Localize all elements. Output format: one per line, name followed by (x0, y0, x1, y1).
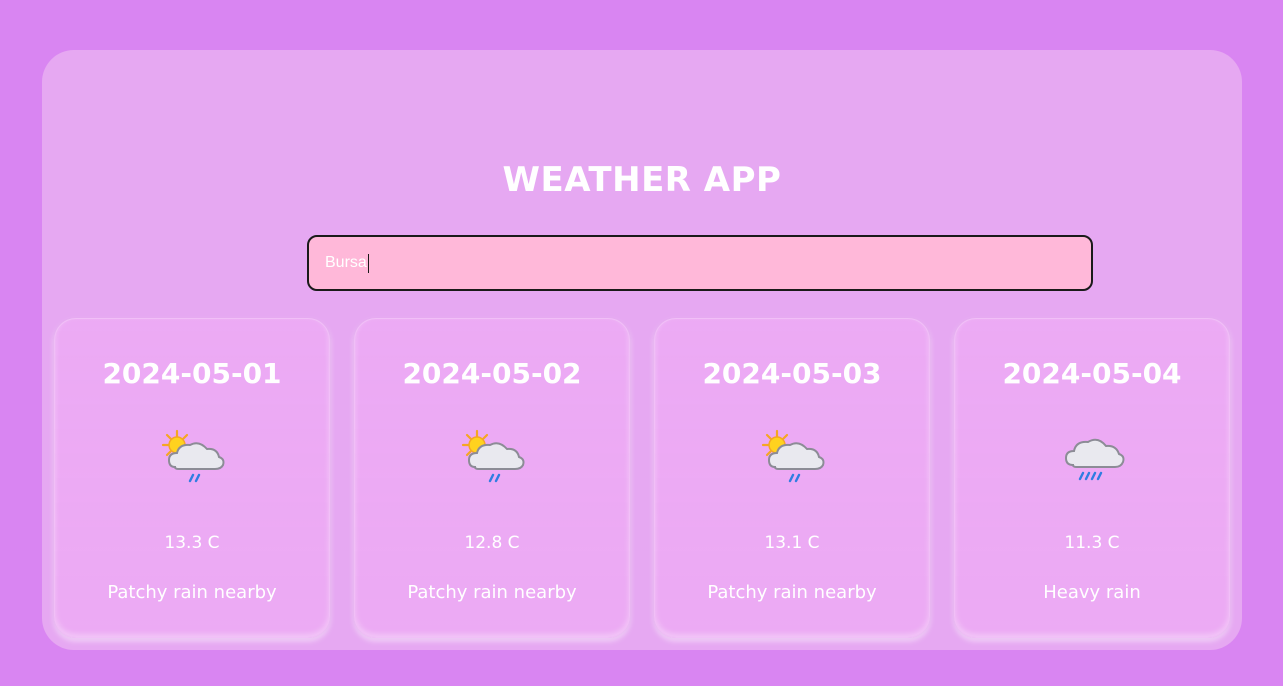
card-date: 2024-05-03 (702, 357, 882, 390)
forecast-card-day-3: 2024-05-03 13.1 C Patchy rain nearby (654, 318, 930, 638)
patchy-rain-icon (761, 429, 825, 483)
heavy-rain-icon (1064, 438, 1125, 481)
forecast-card-day-1: 2024-05-01 13.3 C Patchy rain nearby (54, 318, 330, 638)
card-condition: Heavy rain (1043, 582, 1141, 603)
city-search-input[interactable]: Bursa (307, 235, 1093, 291)
card-temperature: 12.8 C (464, 533, 520, 553)
card-temperature: 13.3 C (164, 533, 220, 553)
card-date: 2024-05-01 (102, 357, 282, 390)
app-title: WEATHER APP (502, 160, 782, 200)
card-date: 2024-05-04 (1002, 357, 1182, 390)
forecast-cards: 2024-05-01 13.3 C Patchy rain nearby 202… (54, 318, 1230, 640)
card-temperature: 11.3 C (1064, 533, 1120, 553)
text-cursor (367, 253, 369, 273)
card-date: 2024-05-02 (402, 357, 582, 390)
forecast-card-day-4: 2024-05-04 11.3 C Heavy rain (954, 318, 1230, 638)
card-condition: Patchy rain nearby (107, 582, 277, 603)
card-condition: Patchy rain nearby (407, 582, 577, 603)
patchy-rain-icon (161, 429, 225, 483)
patchy-rain-icon (461, 429, 525, 483)
forecast-card-day-2: 2024-05-02 12.8 C Patchy rain nearby (354, 318, 630, 638)
search-input-value: Bursa (325, 254, 367, 271)
card-temperature: 13.1 C (764, 533, 820, 553)
card-condition: Patchy rain nearby (707, 582, 877, 603)
